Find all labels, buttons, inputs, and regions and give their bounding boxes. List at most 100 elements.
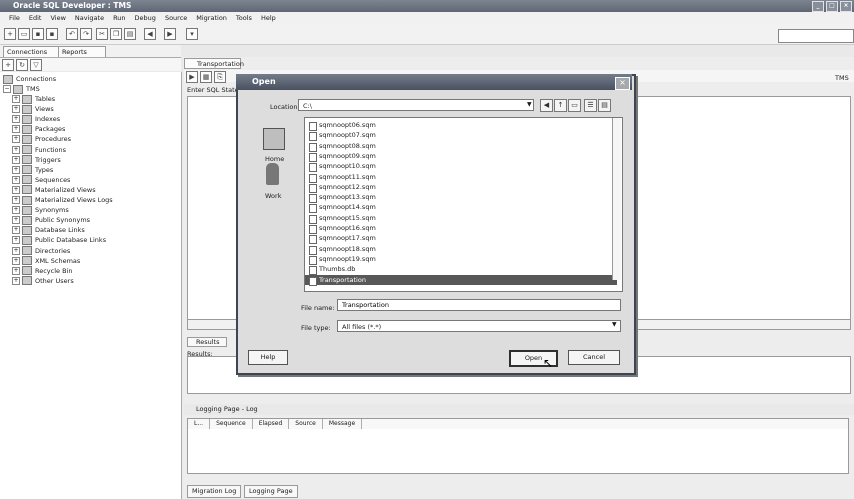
home-icon[interactable] [263,128,285,150]
forward-icon[interactable]: ▶ [164,28,176,40]
file-list-scrollbar[interactable] [612,118,621,280]
file-item[interactable]: Transportation [305,274,617,286]
back-icon[interactable]: ◀ [144,28,156,40]
filetype-chevron-icon[interactable]: ▼ [612,321,617,328]
file-item[interactable]: sqmnoopt08.sqm [305,141,617,152]
list-view-icon[interactable]: ☰ [584,99,597,112]
expand-icon[interactable]: + [12,115,20,124]
work-icon[interactable] [266,163,279,185]
expand-icon[interactable]: + [12,145,20,154]
tree-node[interactable]: + Public Database Links [12,235,106,245]
undo-icon[interactable]: ↶ [66,28,78,40]
nav-back-icon[interactable]: ◀ [540,99,553,112]
expand-icon[interactable]: + [12,226,20,235]
file-item[interactable]: sqmnoopt16.sqm [305,223,617,234]
menu-run[interactable]: Run [113,14,125,22]
file-item[interactable]: sqmnoopt10.sqm [305,161,617,173]
menu-navigate[interactable]: Navigate [75,14,104,22]
db-icon[interactable]: ▾ [186,28,198,40]
menu-source[interactable]: Source [165,14,187,22]
expand-icon[interactable]: + [12,135,20,144]
tree-node[interactable]: + Indexes [12,114,60,124]
menu-view[interactable]: View [50,14,65,22]
expand-icon[interactable]: + [12,206,20,215]
file-item[interactable]: sqmnoopt17.sqm [305,233,617,245]
tree-node[interactable]: + Directories [12,246,70,256]
expand-icon[interactable]: + [12,95,20,103]
tree-node[interactable]: + Sequences [12,175,70,185]
filetype-dropdown[interactable]: All files (*.*) [337,320,621,332]
tree-node[interactable]: + Other Users [12,276,74,286]
dialog-close-icon[interactable]: × [615,77,630,90]
search-input[interactable] [778,29,854,43]
close-icon[interactable]: × [840,1,852,12]
run-script-icon[interactable]: ▦ [200,71,212,83]
results-tab[interactable]: Results [187,337,227,347]
collapse-icon[interactable]: − [3,85,11,93]
refresh-icon[interactable]: ↻ [16,59,28,71]
menu-migration[interactable]: Migration [196,14,227,22]
file-item[interactable]: sqmnoopt14.sqm [305,202,617,214]
filter-icon[interactable]: ▽ [30,59,42,71]
menu-debug[interactable]: Debug [135,14,156,22]
tree-node[interactable]: + Synonyms [12,205,69,215]
expand-icon[interactable]: + [12,165,20,174]
expand-icon[interactable]: + [12,175,20,184]
minimize-icon[interactable]: _ [812,1,824,12]
new-folder-icon[interactable]: ▭ [568,99,581,112]
tree-root[interactable]: Connections [3,74,56,84]
menu-help[interactable]: Help [261,14,276,22]
expand-icon[interactable]: + [12,276,20,285]
tree-node[interactable]: + Tables [12,94,55,104]
open-folder-icon[interactable]: ▭ [18,28,30,40]
file-item[interactable]: sqmnoopt15.sqm [305,213,617,224]
tree-node[interactable]: + Functions [12,145,66,155]
expand-icon[interactable]: + [12,266,20,275]
copy-icon[interactable]: ❐ [110,28,122,40]
file-item[interactable]: sqmnoopt07.sqm [305,130,617,142]
expand-icon[interactable]: + [12,196,20,204]
expand-icon[interactable]: + [12,125,20,134]
expand-icon[interactable]: + [12,105,20,114]
commit-icon[interactable]: ⎘ [214,71,226,83]
expand-icon[interactable]: + [12,256,20,265]
tab-connections[interactable]: Connections [3,46,61,57]
tree-node[interactable]: + Materialized Views [12,185,96,195]
expand-icon[interactable]: + [12,216,20,225]
tree-node[interactable]: + Procedures [12,134,71,144]
file-item[interactable]: sqmnoopt11.sqm [305,172,617,183]
tree-node[interactable]: + Materialized Views Logs [12,195,113,205]
file-item[interactable]: sqmnoopt13.sqm [305,192,617,204]
expand-icon[interactable]: + [12,236,20,245]
details-view-icon[interactable]: ▤ [598,99,611,112]
file-item[interactable]: sqmnoopt09.sqm [305,151,617,162]
save-icon[interactable]: ▪ [32,28,44,40]
tree-node[interactable]: + Triggers [12,155,61,165]
cancel-button[interactable]: Cancel [568,350,620,365]
connection-selector[interactable]: TMS [835,74,849,82]
tree-node[interactable]: + XML Schemas [12,256,80,266]
menu-tools[interactable]: Tools [236,14,252,22]
tab-reports[interactable]: Reports [58,46,106,57]
expand-icon[interactable]: + [12,185,20,194]
add-connection-icon[interactable]: + [2,59,14,71]
menu-edit[interactable]: Edit [29,14,42,22]
editor-tab[interactable]: Transportation [184,58,244,69]
tree-connection[interactable]: − TMS [3,84,40,94]
file-item[interactable]: sqmnoopt12.sqm [305,182,617,193]
cut-icon[interactable]: ✂ [96,28,108,40]
file-item[interactable]: sqmnoopt18.sqm [305,244,617,255]
redo-icon[interactable]: ↷ [80,28,92,40]
tab-migration-log[interactable]: Migration Log [187,485,242,498]
run-icon[interactable]: ▶ [186,71,198,83]
tree-node[interactable]: + Packages [12,124,65,134]
file-item[interactable]: sqmnoopt06.sqm [305,120,617,131]
save-all-icon[interactable]: ▪ [46,28,58,40]
log-table[interactable] [187,429,849,474]
chevron-down-icon[interactable]: ▼ [527,100,534,110]
tree-node[interactable]: + Types [12,165,53,175]
tree-node[interactable]: + Public Synonyms [12,215,90,225]
place-work-label[interactable]: Work [265,192,281,200]
filename-input[interactable] [337,299,621,311]
maximize-icon[interactable]: □ [826,1,838,12]
